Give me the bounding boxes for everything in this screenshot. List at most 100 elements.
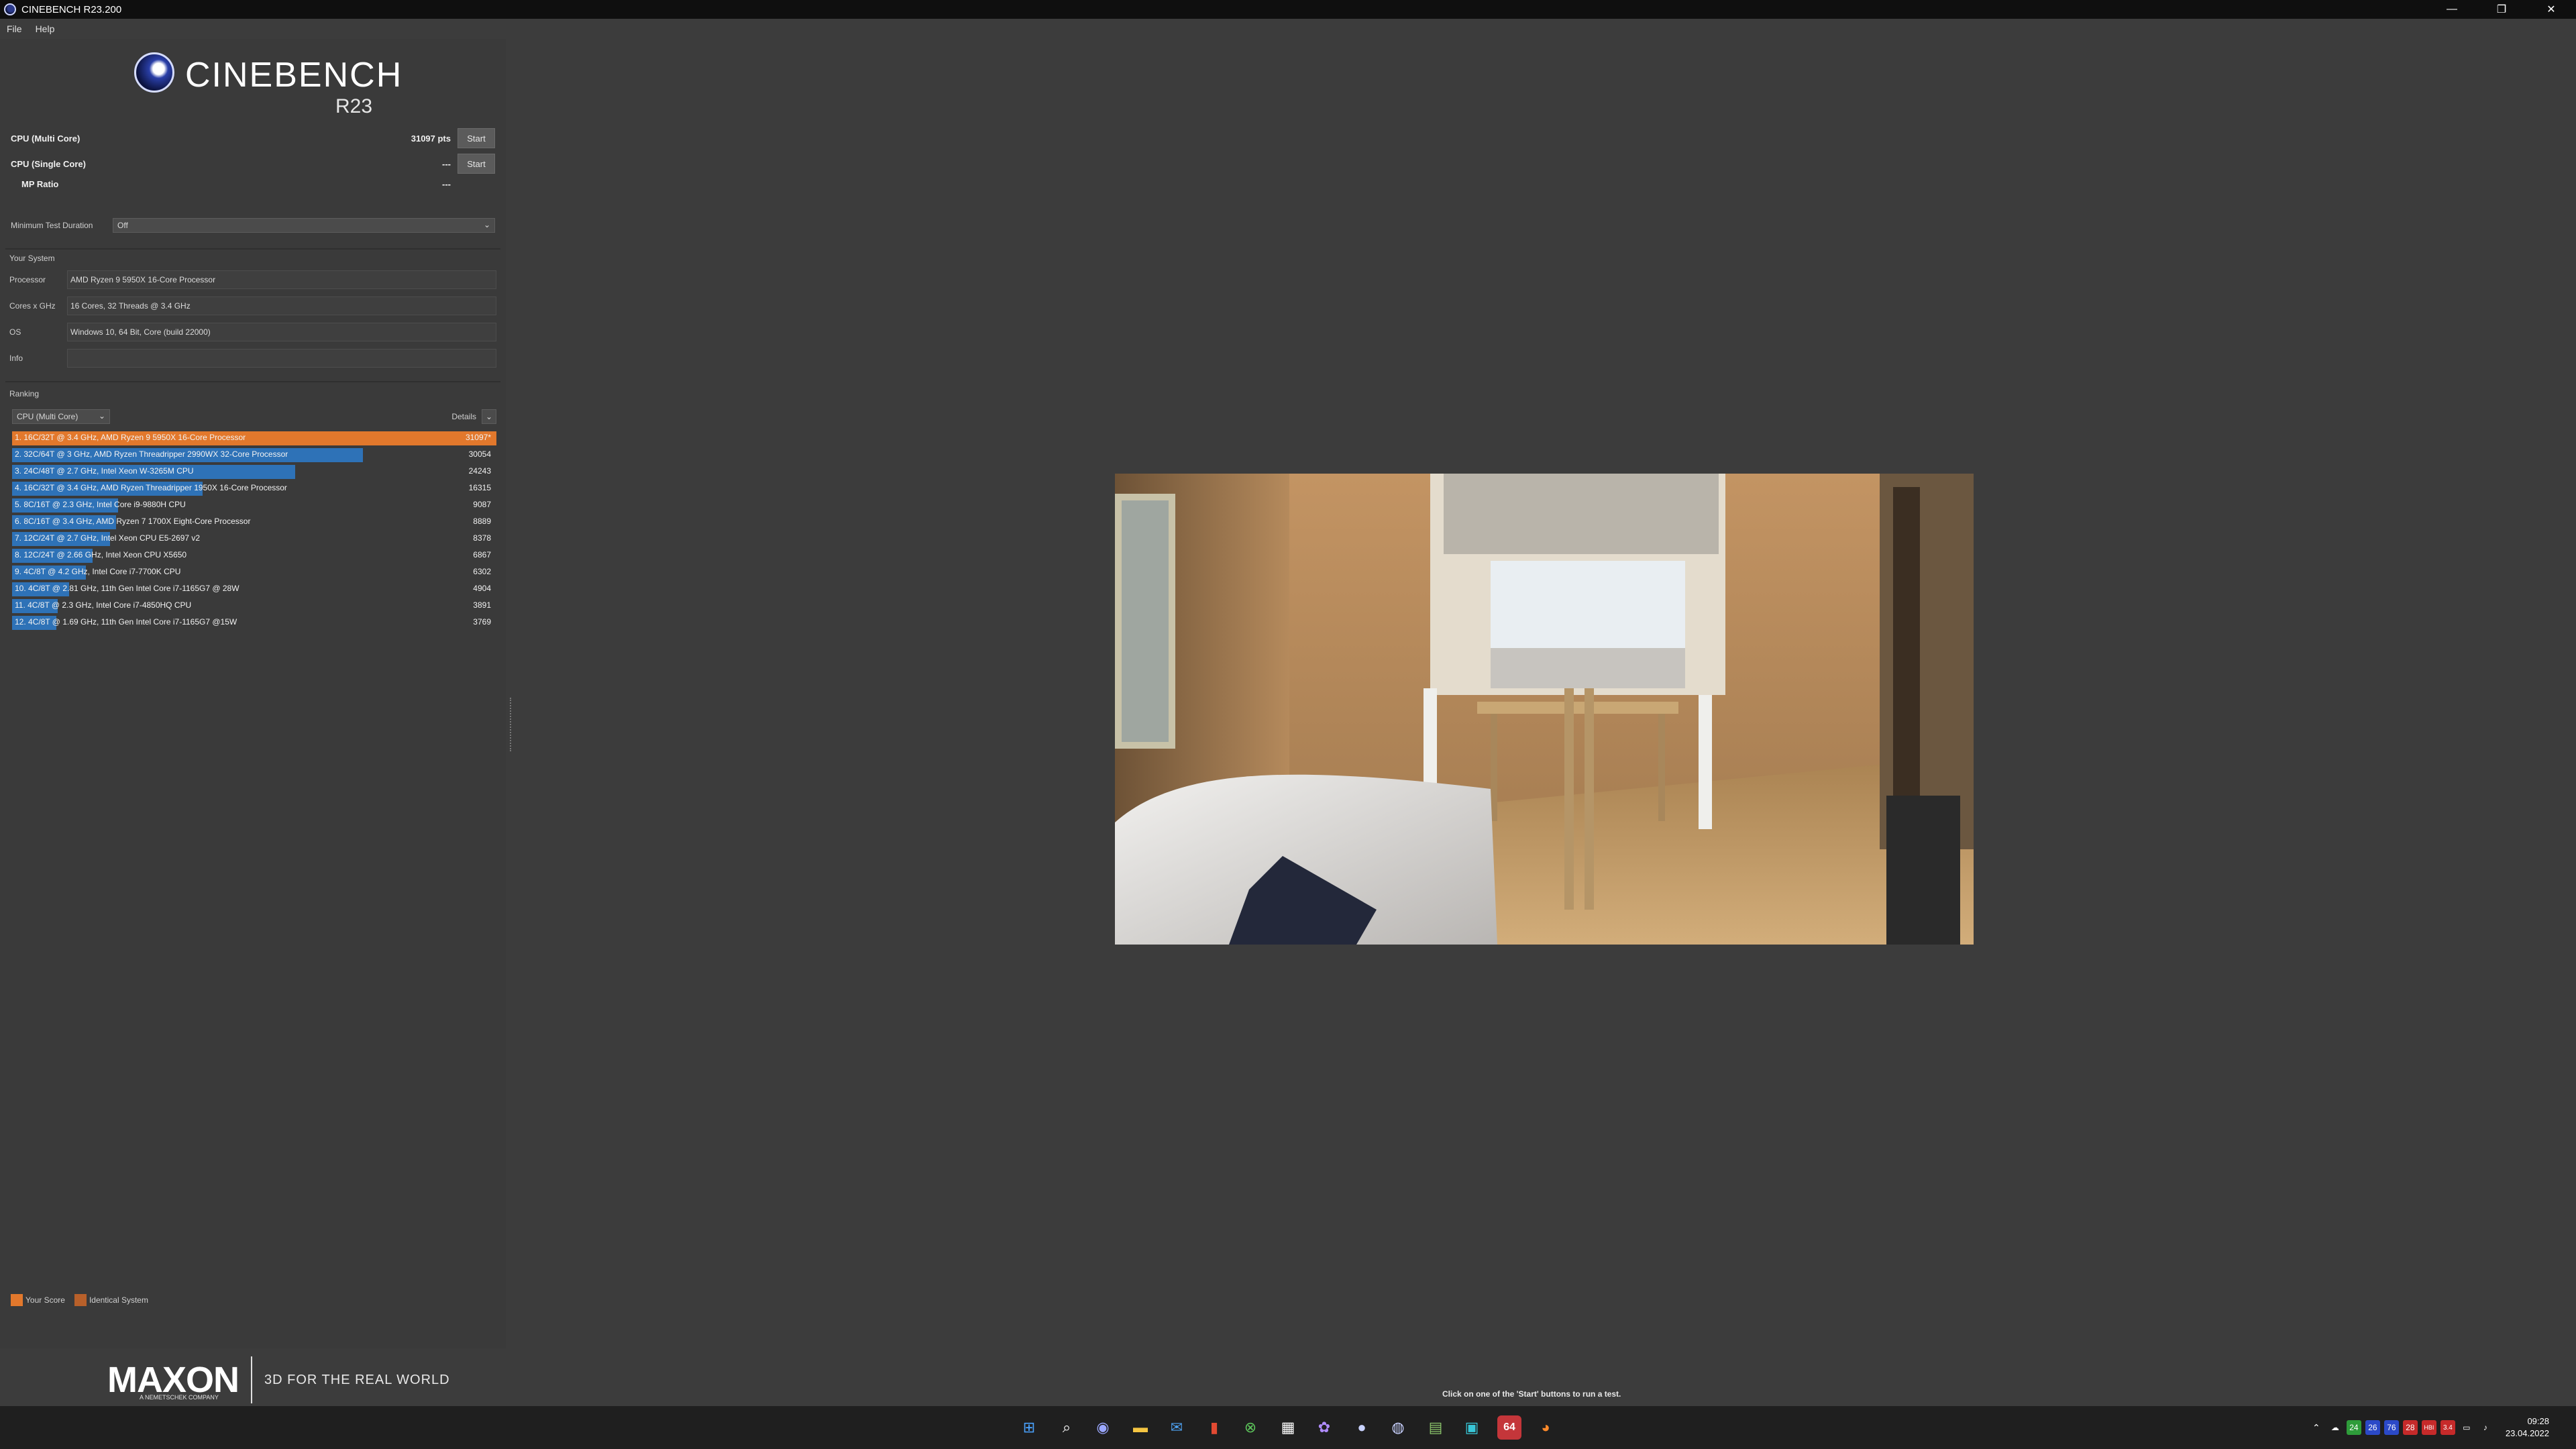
system-tray: ⌃ ☁ 24 26 76 28 HBI 3.4 ▭ ♪ 09:28 23.04.… [2307,1406,2576,1449]
menu-file[interactable]: File [7,23,22,34]
chevron-up-icon[interactable]: ⌃ [2309,1420,2324,1435]
panel-resize-handle[interactable] [510,698,513,751]
maxon-subtitle: A NEMETSCHEK COMPANY [140,1394,219,1401]
volume-icon[interactable]: ♪ [2478,1420,2493,1435]
min-test-duration-row: Minimum Test Duration Off ⌄ [11,217,495,233]
menu-bar: File Help [0,19,2576,39]
system-label: Cores x GHz [9,301,56,311]
mp-ratio-label: MP Ratio [21,178,59,189]
render-preview-scene [1115,474,1974,945]
taskbar: ⊞ ⌕ ◉ ▬ ✉ ▮ ⊗ ▦ ✿ ● ◍ ▤ ▣ 64 ◕ ⌃ ☁ 24 26… [0,1406,2576,1449]
ranking-controls: CPU (Multi Core) ⌄ Details ⌄ [12,409,496,425]
ranking-item-label: 10. 4C/8T @ 2.81 GHz, 11th Gen Intel Cor… [15,584,239,593]
ranking-select-value: CPU (Multi Core) [17,412,78,421]
network-icon[interactable]: ▭ [2459,1420,2474,1435]
settings-app-icon[interactable]: ✿ [1312,1415,1336,1440]
gpu-tool-icon[interactable]: ▤ [1424,1415,1448,1440]
mail-icon[interactable]: ✉ [1165,1415,1189,1440]
cloud-icon[interactable]: ☁ [2328,1420,2343,1435]
maxon-tagline: 3D FOR THE REAL WORLD [264,1372,450,1387]
ranking-item[interactable]: 1. 16C/32T @ 3.4 GHz, AMD Ryzen 9 5950X … [12,431,496,446]
ranking-item-label: 1. 16C/32T @ 3.4 GHz, AMD Ryzen 9 5950X … [15,433,246,442]
divider [5,381,500,382]
ranking-item[interactable]: 8. 12C/24T @ 2.66 GHz, Intel Xeon CPU X5… [12,548,496,564]
ranking-item-score: 4904 [473,584,491,593]
ranking-item-score: 6302 [473,567,491,576]
multi-core-label: CPU (Multi Core) [11,133,80,144]
system-label: Info [9,354,23,363]
ranking-item-label: 2. 32C/64T @ 3 GHz, AMD Ryzen Threadripp… [15,449,288,459]
status-message: Click on one of the 'Start' buttons to r… [1442,1389,1621,1399]
minimize-button[interactable]: — [2427,0,2477,19]
search-icon[interactable]: ⌕ [1055,1415,1079,1440]
menu-help[interactable]: Help [36,23,55,34]
firefox-icon[interactable]: ◕ [1534,1415,1558,1440]
window-title: CINEBENCH R23.200 [21,3,122,15]
tray-temp-6[interactable]: 3.4 [2440,1420,2455,1435]
chat-icon[interactable]: ◉ [1091,1415,1115,1440]
single-core-score: --- [442,158,451,169]
ranking-item[interactable]: 9. 4C/8T @ 4.2 GHz, Intel Core i7-7700K … [12,565,496,580]
details-dropdown-button[interactable]: ⌄ [482,409,496,424]
aida64-icon[interactable]: 64 [1497,1415,1521,1440]
render-preview [1115,474,1974,945]
ranking-item-score: 9087 [473,500,491,509]
windows-start-icon[interactable]: ⊞ [1017,1415,1041,1440]
monitor-app-icon[interactable]: ▣ [1460,1415,1484,1440]
tray-temp-1[interactable]: 24 [2346,1420,2361,1435]
start-multi-core-button[interactable]: Start [458,128,495,148]
cinebench-taskbar-icon[interactable]: ● [1350,1415,1374,1440]
ranking-item[interactable]: 2. 32C/64T @ 3 GHz, AMD Ryzen Threadripp… [12,447,496,463]
system-value: Windows 10, 64 Bit, Core (build 22000) [67,323,496,341]
ranking-item-label: 5. 8C/16T @ 2.3 GHz, Intel Core i9-9880H… [15,500,186,509]
ranking-item[interactable]: 3. 24C/48T @ 2.7 GHz, Intel Xeon W-3265M… [12,464,496,480]
left-panel: CINEBENCH R23 CPU (Multi Core) 31097 pts… [0,39,506,1348]
maxon-logo: MAXON A NEMETSCHEK COMPANY [107,1359,239,1401]
divider [5,248,500,250]
tray-temp-4[interactable]: 28 [2402,1420,2418,1435]
ranking-item[interactable]: 11. 4C/8T @ 2.3 GHz, Intel Core i7-4850H… [12,598,496,614]
tray-temp-2[interactable]: 26 [2365,1420,2380,1435]
ranking-item[interactable]: 5. 8C/16T @ 2.3 GHz, Intel Core i9-9880H… [12,498,496,513]
system-row-cores: Cores x GHz 16 Cores, 32 Threads @ 3.4 G… [9,296,496,316]
xbox-icon[interactable]: ⊗ [1238,1415,1263,1440]
ranking-item-label: 7. 12C/24T @ 2.7 GHz, Intel Xeon CPU E5-… [15,533,201,543]
cinema4d-taskbar-icon[interactable]: ◍ [1386,1415,1410,1440]
window-controls: — ❐ ✕ [2427,0,2576,19]
test-row-multi-core: CPU (Multi Core) 31097 pts Start [11,126,495,150]
identical-system-swatch [74,1294,87,1306]
ranking-item[interactable]: 10. 4C/8T @ 2.81 GHz, 11th Gen Intel Cor… [12,582,496,597]
ranking-select[interactable]: CPU (Multi Core) ⌄ [12,409,110,424]
ranking-item[interactable]: 7. 12C/24T @ 2.7 GHz, Intel Xeon CPU E5-… [12,531,496,547]
ranking-item[interactable]: 6. 8C/16T @ 3.4 GHz, AMD Ryzen 7 1700X E… [12,515,496,530]
your-system-title: Your System [9,254,55,263]
start-single-core-button[interactable]: Start [458,154,495,174]
ranking-item-score: 3769 [473,617,491,627]
tray-temp-3[interactable]: 76 [2383,1420,2399,1435]
clock-date: 23.04.2022 [2505,1428,2549,1438]
office-icon[interactable]: ▮ [1202,1415,1226,1440]
store-icon[interactable]: ▦ [1276,1415,1300,1440]
ranking-item-label: 4. 16C/32T @ 3.4 GHz, AMD Ryzen Threadri… [15,483,287,492]
maximize-button[interactable]: ❐ [2477,0,2526,19]
multi-core-score: 31097 pts [411,133,451,144]
mp-ratio-score: --- [442,178,451,189]
ranking-item[interactable]: 4. 16C/32T @ 3.4 GHz, AMD Ryzen Threadri… [12,481,496,496]
test-row-mp-ratio: MP Ratio --- [11,172,495,196]
ranking-title: Ranking [9,389,40,398]
ranking-list: 1. 16C/32T @ 3.4 GHz, AMD Ryzen 9 5950X … [12,431,496,632]
system-info-input[interactable] [67,349,496,368]
min-test-duration-select[interactable]: Off ⌄ [113,218,495,233]
close-button[interactable]: ✕ [2526,0,2576,19]
chevron-down-icon: ⌄ [98,411,105,421]
min-test-duration-value: Off [117,221,128,230]
ranking-item-label: 8. 12C/24T @ 2.66 GHz, Intel Xeon CPU X5… [15,550,187,559]
logo-name: CINEBENCH [185,56,403,95]
legend-identical-system: Identical System [89,1295,148,1305]
title-bar: CINEBENCH R23.200 — ❐ ✕ [0,0,2576,19]
your-score-swatch [11,1294,23,1306]
clock[interactable]: 09:28 23.04.2022 [2506,1415,2549,1440]
ranking-item[interactable]: 12. 4C/8T @ 1.69 GHz, 11th Gen Intel Cor… [12,615,496,631]
tray-temp-5[interactable]: HBI [2421,1420,2436,1435]
file-explorer-icon[interactable]: ▬ [1128,1415,1152,1440]
